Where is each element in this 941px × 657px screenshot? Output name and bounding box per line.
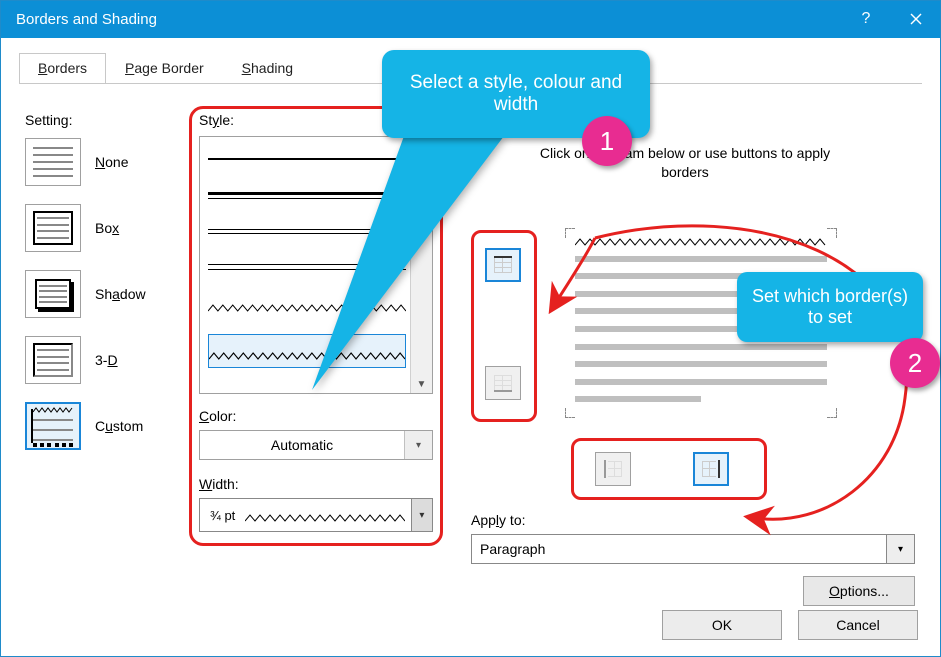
ok-button[interactable]: OK [662, 610, 782, 640]
annotation-badge-2: 2 [890, 338, 940, 388]
color-label: Color: [199, 408, 236, 424]
width-label: Width: [199, 476, 239, 492]
dialog-button-row: OK Cancel [662, 610, 918, 640]
apply-to-label: Apply to: [471, 512, 526, 528]
width-dropdown[interactable]: ¾ pt ▾ [199, 498, 433, 532]
setting-custom-icon [25, 402, 81, 450]
setting-list: None Box Shadow 3-D Cus [25, 138, 195, 468]
border-right-button[interactable] [693, 452, 729, 486]
annotation-callout-tail [294, 130, 514, 400]
setting-custom[interactable]: Custom [25, 402, 195, 450]
color-dropdown[interactable]: Automatic ▾ [199, 430, 433, 460]
setting-3d-icon [25, 336, 81, 384]
setting-box[interactable]: Box [25, 204, 195, 252]
chevron-down-icon[interactable]: ▾ [404, 431, 432, 459]
annotation-badge-1: 1 [582, 116, 632, 166]
tab-shading[interactable]: Shading [223, 53, 312, 83]
color-value: Automatic [200, 437, 404, 453]
preview-instructions: Click on diagram below or use buttons to… [525, 144, 845, 182]
setting-none-icon [25, 138, 81, 186]
apply-to-dropdown[interactable]: Paragraph ▾ [471, 534, 915, 564]
tab-page-border[interactable]: Page Border [106, 53, 223, 83]
dialog-title: Borders and Shading [16, 11, 157, 28]
cancel-button[interactable]: Cancel [798, 610, 918, 640]
help-button[interactable]: ? [841, 0, 891, 38]
setting-box-icon [25, 204, 81, 252]
setting-shadow-icon [25, 270, 81, 318]
apply-to-value: Paragraph [472, 541, 886, 557]
setting-none[interactable]: None [25, 138, 195, 186]
annotation-callout-2: Set which border(s) to set [737, 272, 923, 342]
title-bar: Borders and Shading ? [0, 0, 941, 38]
tab-strip: Bdocument.currentScript.previousElementS… [19, 52, 312, 82]
chevron-down-icon[interactable]: ▾ [886, 535, 914, 563]
setting-label: Setting: [25, 112, 72, 128]
style-label: Style: [199, 112, 234, 128]
tab-borders[interactable]: Bdocument.currentScript.previousElementS… [19, 53, 106, 83]
width-value: ¾ pt [200, 508, 245, 523]
border-left-button[interactable] [595, 452, 631, 486]
setting-shadow[interactable]: Shadow [25, 270, 195, 318]
chevron-down-icon[interactable]: ▾ [411, 499, 432, 531]
setting-3d[interactable]: 3-D [25, 336, 195, 384]
options-button[interactable]: Options... [803, 576, 915, 606]
close-button[interactable] [891, 0, 941, 38]
